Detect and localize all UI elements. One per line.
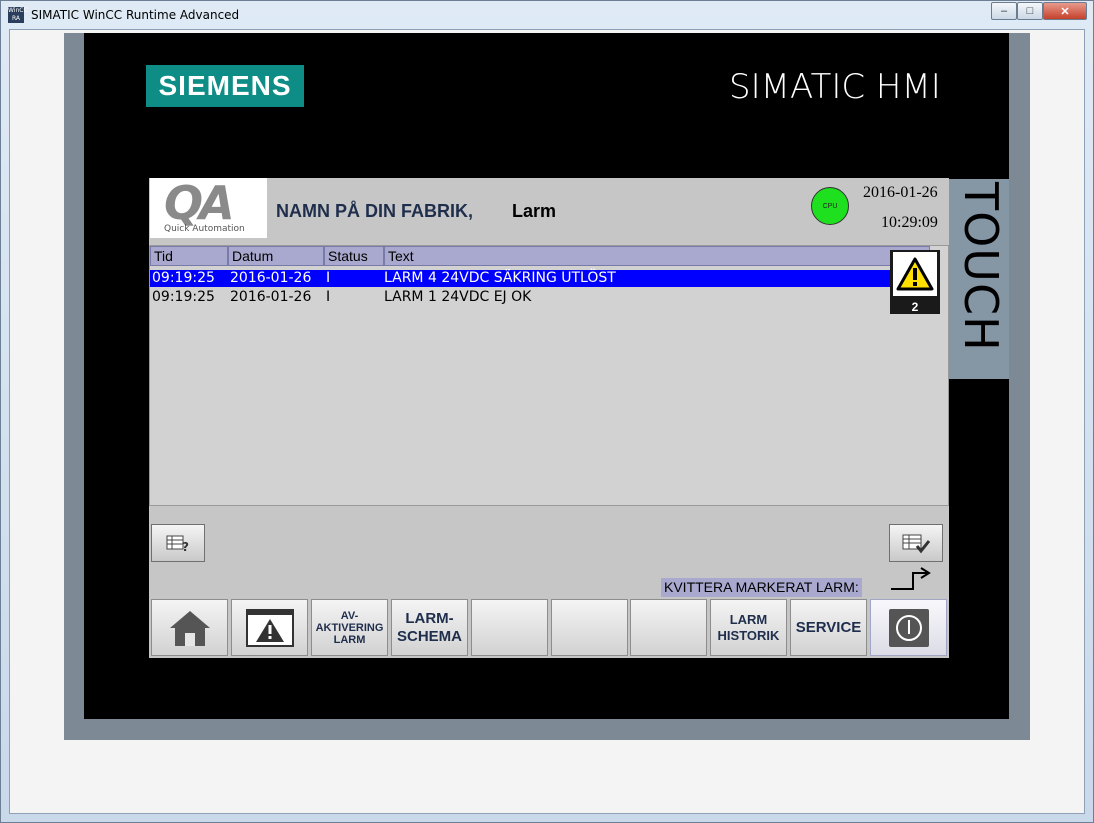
alarm-status: I [326, 270, 331, 286]
deactivate-label-1: AV- [340, 609, 359, 622]
title-bar[interactable]: WinCC RA SIMATIC WinCC Runtime Advanced … [1, 1, 1094, 29]
factory-name: NAMN PÅ DIN FABRIK, [276, 201, 473, 221]
column-header-text[interactable]: Text [384, 246, 930, 266]
close-button[interactable]: ✕ [1043, 2, 1087, 20]
alarm-date: 2016-01-26 [230, 270, 312, 286]
service-button[interactable]: SERVICE [790, 599, 867, 656]
touch-label: TOUCH [954, 182, 1008, 352]
empty-button-3[interactable] [630, 599, 707, 656]
table-help-icon: ? [166, 535, 189, 553]
page-title: Larm [512, 201, 557, 221]
alarm-indicator[interactable]: 2 [890, 250, 940, 314]
qa-logo: QA Quick Automation [150, 176, 267, 238]
service-label: SERVICE [795, 619, 862, 636]
home-icon [169, 610, 210, 646]
alarm-table-header: Tid Datum Status Text [150, 246, 930, 267]
history-label-2: HISTORIK [717, 627, 780, 643]
deactivate-label-3: LARM [333, 633, 366, 646]
alarm-view: Tid Datum Status Text 09:19:25 2016-01-2… [149, 245, 949, 506]
date-display: 2016-01-26 [863, 184, 938, 201]
alarm-window-button[interactable] [231, 599, 308, 656]
cpu-status-indicator: CPU [811, 187, 849, 225]
warning-icon [893, 252, 937, 296]
app-icon: WinCC RA [8, 7, 28, 23]
window-title: SIMATIC WinCC Runtime Advanced [31, 8, 240, 22]
touch-label-strip: TOUCH [949, 179, 1009, 379]
minimize-button[interactable]: – [991, 2, 1017, 20]
column-header-datum[interactable]: Datum [228, 246, 324, 266]
history-label-1: LARM [729, 611, 768, 627]
acknowledge-button[interactable] [889, 524, 943, 562]
schema-label-2: SCHEMA [396, 627, 462, 645]
siemens-logo: SIEMENS [146, 65, 304, 107]
time-display: 10:29:09 [881, 214, 938, 231]
alarm-status: I [326, 289, 331, 305]
alarm-text: LARM 1 24VDC EJ OK [384, 289, 532, 305]
model-label: SIMATIC HMI [729, 67, 941, 107]
maximize-button[interactable]: □ [1017, 2, 1043, 20]
column-header-status[interactable]: Status [324, 246, 384, 266]
alarm-schema-button[interactable]: LARM- SCHEMA [391, 599, 468, 656]
screen-header: QA Quick Automation NAMN PÅ DIN FABRIK, … [149, 176, 949, 245]
alarm-info-button[interactable]: ? [151, 524, 205, 562]
application-window: WinCC RA SIMATIC WinCC Runtime Advanced … [0, 0, 1094, 823]
alarm-window-icon [245, 608, 294, 647]
alarm-time: 09:19:25 [152, 270, 215, 286]
svg-text:?: ? [182, 540, 189, 553]
qa-logo-subtitle: Quick Automation [164, 224, 245, 234]
function-button-bar: AV- AKTIVERING LARM LARM- SCHEMA LARM HI… [149, 598, 949, 658]
alarm-time: 09:19:25 [152, 289, 215, 305]
column-header-tid[interactable]: Tid [150, 246, 228, 266]
alarm-row[interactable]: 09:19:25 2016-01-26 I LARM 1 24VDC EJ OK [150, 289, 891, 306]
table-check-icon [902, 534, 931, 554]
alarm-date: 2016-01-26 [230, 289, 312, 305]
alarm-count: 2 [911, 300, 919, 314]
deactivate-label-2: AKTIVERING [315, 621, 384, 634]
alarm-history-button[interactable]: LARM HISTORIK [710, 599, 787, 656]
alarm-row-selected[interactable]: 09:19:25 2016-01-26 I LARM 4 24VDC SÄKRI… [150, 270, 891, 287]
acknowledge-label: KVITTERA MARKERAT LARM: [661, 578, 862, 597]
hmi-screen: QA Quick Automation NAMN PÅ DIN FABRIK, … [149, 176, 949, 658]
acknowledge-arrow-icon [891, 567, 931, 590]
qa-logo-letters: QA [164, 176, 235, 230]
power-button[interactable] [870, 599, 947, 656]
schema-label-1: LARM- [405, 609, 454, 627]
alarm-text: LARM 4 24VDC SÄKRING UTLÖST [384, 270, 616, 286]
empty-button-1[interactable] [471, 599, 548, 656]
power-icon [888, 608, 929, 647]
deactivate-alarm-button[interactable]: AV- AKTIVERING LARM [311, 599, 388, 656]
home-button[interactable] [151, 599, 228, 656]
empty-button-2[interactable] [551, 599, 628, 656]
